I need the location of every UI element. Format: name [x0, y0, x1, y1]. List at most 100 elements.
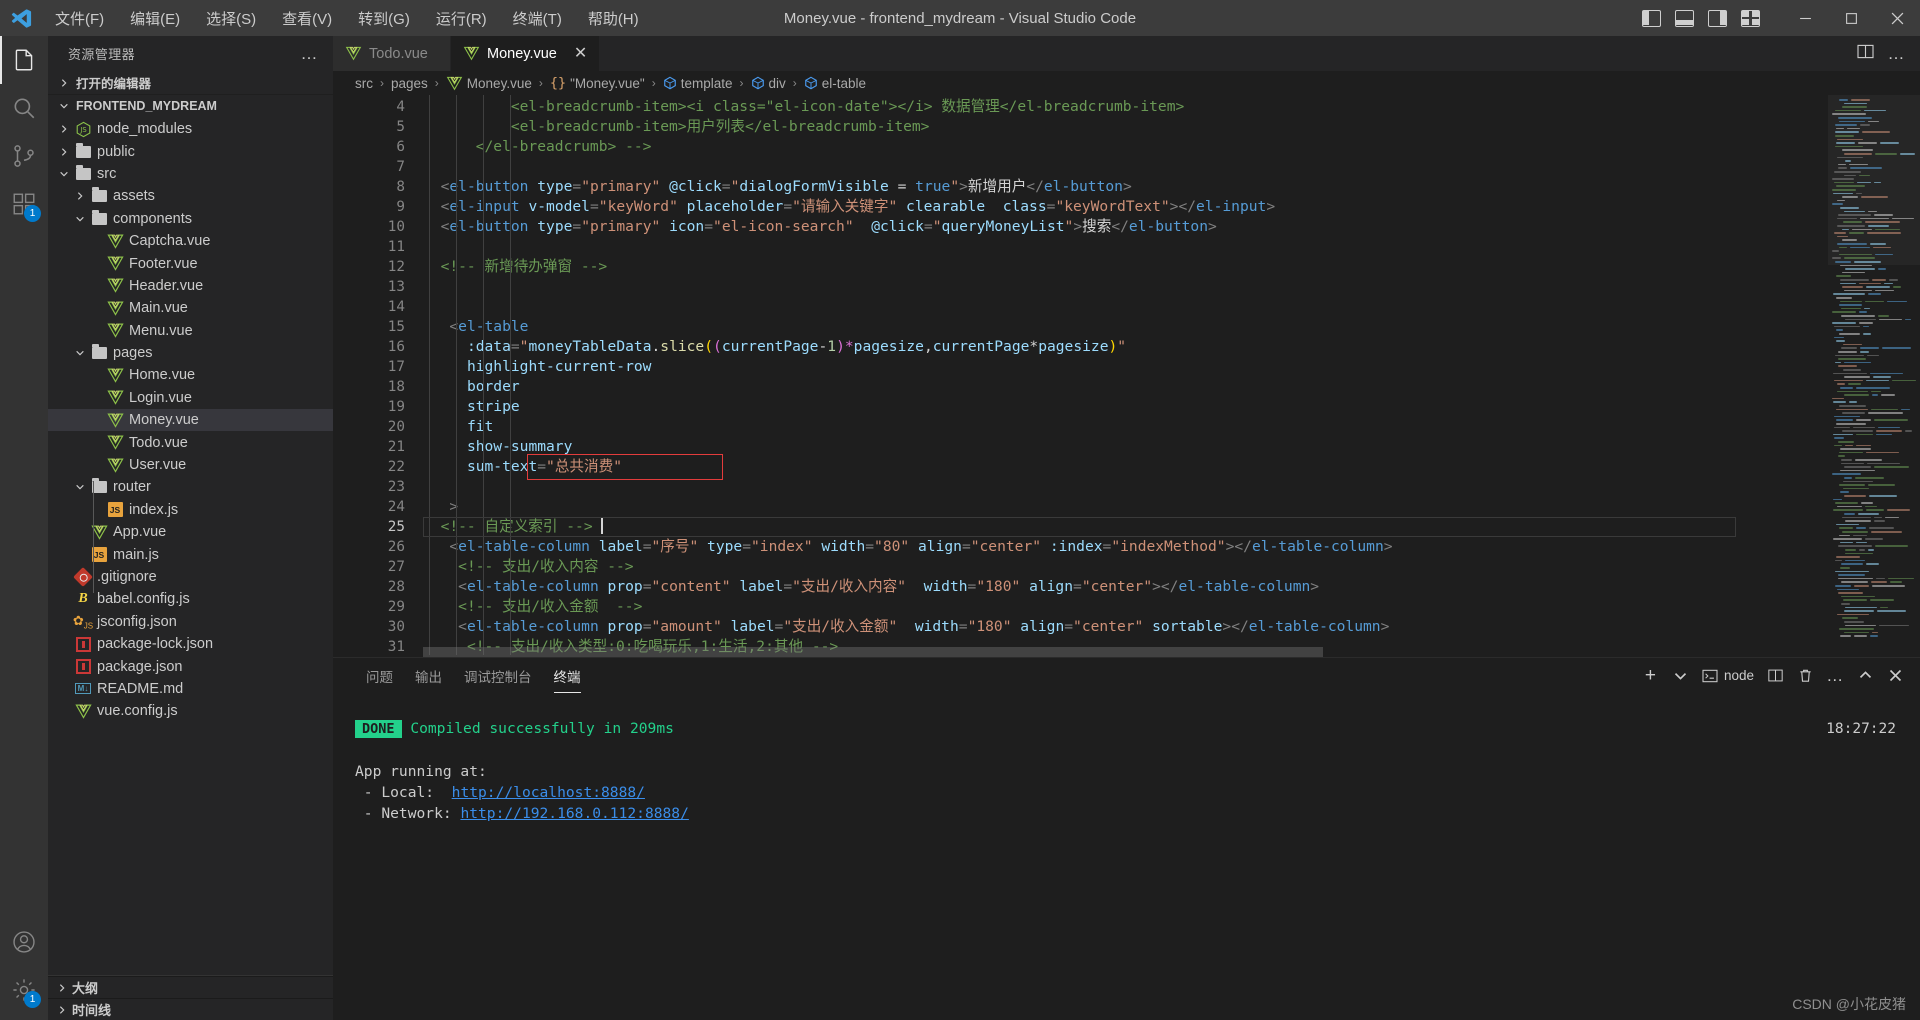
tree-item-public[interactable]: public — [48, 140, 333, 162]
code-line[interactable] — [423, 477, 1828, 497]
code-line[interactable] — [423, 237, 1828, 257]
tree-item-jsconfig-json[interactable]: ✿JS jsconfig.json — [48, 611, 333, 633]
tree-item-header-vue[interactable]: Header.vue — [48, 275, 333, 297]
tree-item-index-js[interactable]: JS index.js — [48, 499, 333, 521]
menu-selection[interactable]: 选择(S) — [193, 5, 269, 32]
tree-item-main-vue[interactable]: Main.vue — [48, 297, 333, 319]
menu-help[interactable]: 帮助(H) — [575, 5, 652, 32]
panel-tab-output[interactable]: 输出 — [404, 658, 453, 693]
breadcrumb-pages[interactable]: pages — [391, 76, 428, 91]
code-line[interactable]: <!-- 支出/收入金额 --> — [423, 597, 1828, 617]
tree-item-user-vue[interactable]: User.vue — [48, 454, 333, 476]
code-line[interactable]: <el-breadcrumb-item>用户列表</el-breadcrumb-… — [423, 117, 1828, 137]
kill-terminal-icon[interactable] — [1797, 667, 1814, 684]
code-line[interactable]: </el-breadcrumb> --> — [423, 137, 1828, 157]
tree-item-main-js[interactable]: JS main.js — [48, 543, 333, 565]
activity-extensions[interactable]: 1 — [0, 180, 48, 228]
open-editors-section[interactable]: 打开的编辑器 — [48, 71, 333, 94]
file-tree[interactable]: JS node_modules public src assets components C… — [48, 117, 333, 975]
close-button[interactable] — [1874, 0, 1920, 36]
code-line[interactable]: <!-- 新增待办弹窗 --> — [423, 257, 1828, 277]
sidebar-more-icon[interactable]: … — [301, 44, 326, 64]
project-section[interactable]: FRONTEND_MYDREAM — [48, 94, 333, 117]
sidebar-panel-timeline[interactable]: 时间线 — [48, 998, 333, 1020]
breadcrumb[interactable]: src › pages › Money.vue › {} "Money.vue"… — [333, 71, 1920, 95]
panel-left-icon[interactable] — [1642, 9, 1661, 27]
code-line[interactable]: highlight-current-row — [423, 357, 1828, 377]
minimize-button[interactable] — [1782, 0, 1828, 36]
maximize-button[interactable] — [1828, 0, 1874, 36]
menu-terminal[interactable]: 终端(T) — [500, 5, 575, 32]
code-line[interactable]: border — [423, 377, 1828, 397]
chevron-down-icon[interactable] — [1672, 667, 1689, 684]
code-line[interactable] — [423, 277, 1828, 297]
activity-search[interactable] — [0, 84, 48, 132]
menu-bar[interactable]: 文件(F) 编辑(E) 选择(S) 查看(V) 转到(G) 运行(R) 终端(T… — [42, 5, 652, 32]
tree-item-src[interactable]: src — [48, 163, 333, 185]
code-line[interactable]: > — [423, 497, 1828, 517]
code-line[interactable]: show-summary — [423, 437, 1828, 457]
code-line[interactable]: <el-table-column prop="amount" label="支出… — [423, 617, 1828, 637]
more-icon[interactable]: … — [1826, 666, 1844, 685]
tree-item-app-vue[interactable]: App.vue — [48, 521, 333, 543]
chevron-up-icon[interactable] — [1857, 667, 1874, 684]
code-line[interactable]: stripe — [423, 397, 1828, 417]
tab-todo-vue[interactable]: Todo.vue — [333, 36, 451, 71]
code-line[interactable]: <el-button type="primary" icon="el-icon-… — [423, 217, 1828, 237]
tree-item-menu-vue[interactable]: Menu.vue — [48, 320, 333, 342]
close-icon[interactable] — [1887, 667, 1904, 684]
local-url-link[interactable]: http://localhost:8888/ — [452, 784, 645, 801]
tab-close-icon[interactable]: ✕ — [574, 45, 587, 62]
split-editor-icon[interactable] — [1856, 44, 1874, 64]
activity-source-control[interactable] — [0, 132, 48, 180]
code-editor[interactable]: 4 5 6 7 8 9 10 11 12 13 14 15 16 17 18 19 20 21 22 23 24 25 26… — [333, 95, 1920, 657]
panel-tab-terminal[interactable]: 终端 — [543, 658, 592, 693]
code-lines[interactable]: <el-breadcrumb-item><i class="el-icon-da… — [423, 97, 1828, 657]
tree-item-footer-vue[interactable]: Footer.vue — [48, 252, 333, 274]
tree-item-login-vue[interactable]: Login.vue — [48, 387, 333, 409]
code-line[interactable]: sum-text="总共消费" — [423, 457, 1828, 477]
code-line[interactable]: <!-- 支出/收入内容 --> — [423, 557, 1828, 577]
split-terminal-icon[interactable] — [1767, 667, 1784, 684]
code-line[interactable]: <el-button type="primary" @click="dialog… — [423, 177, 1828, 197]
breadcrumb-src[interactable]: src — [355, 76, 373, 91]
menu-run[interactable]: 运行(R) — [423, 5, 500, 32]
panel-tab-problems[interactable]: 问题 — [355, 658, 404, 693]
breadcrumb-symbol-module[interactable]: {} "Money.vue" — [550, 75, 645, 91]
editor-horizontal-scrollbar[interactable] — [423, 647, 1473, 657]
tree-item-captcha-vue[interactable]: Captcha.vue — [48, 230, 333, 252]
code-line[interactable]: fit — [423, 417, 1828, 437]
layout-grid-icon[interactable] — [1741, 9, 1760, 27]
tree-item-package-json[interactable]: package.json — [48, 655, 333, 677]
tree-item-home-vue[interactable]: Home.vue — [48, 364, 333, 386]
tree-item-babel-config-js[interactable]: Bbabel.config.js — [48, 588, 333, 610]
sidebar-panel-outline[interactable]: 大纲 — [48, 976, 333, 998]
tree-item-package-lock-json[interactable]: package-lock.json — [48, 633, 333, 655]
tree-item-assets[interactable]: assets — [48, 185, 333, 207]
code-line[interactable]: <el-table-column label="序号" type="index"… — [423, 537, 1828, 557]
tree-item-pages[interactable]: pages — [48, 342, 333, 364]
tree-item-todo-vue[interactable]: Todo.vue — [48, 431, 333, 453]
activity-explorer[interactable] — [0, 36, 48, 84]
code-line[interactable] — [423, 157, 1828, 177]
menu-go[interactable]: 转到(G) — [345, 5, 423, 32]
menu-edit[interactable]: 编辑(E) — [117, 5, 193, 32]
code-line[interactable]: <el-table-column prop="content" label="支… — [423, 577, 1828, 597]
tab-money-vue[interactable]: Money.vue ✕ — [451, 36, 601, 71]
tree-item-components[interactable]: components — [48, 208, 333, 230]
code-content[interactable]: 4 5 6 7 8 9 10 11 12 13 14 15 16 17 18 19 20 21 22 23 24 25 26… — [333, 95, 1828, 657]
panel-right-icon[interactable] — [1708, 9, 1727, 27]
code-line[interactable]: <el-table — [423, 317, 1828, 337]
menu-view[interactable]: 查看(V) — [269, 5, 345, 32]
panel-bottom-icon[interactable] — [1675, 9, 1694, 27]
breadcrumb-div[interactable]: div — [751, 76, 786, 91]
tree-item-readme-md[interactable]: M↓ README.md — [48, 678, 333, 700]
breadcrumb-el-table[interactable]: el-table — [804, 76, 866, 91]
tree-item-money-vue[interactable]: Money.vue — [48, 409, 333, 432]
tree-item-vue-config-js[interactable]: vue.config.js — [48, 700, 333, 722]
tree-item-gitignore[interactable]: .gitignore — [48, 566, 333, 588]
tree-item-router[interactable]: router — [48, 476, 333, 498]
activity-accounts[interactable] — [0, 918, 48, 966]
tree-item-node-modules[interactable]: JS node_modules — [48, 118, 333, 140]
terminal-selector[interactable]: node — [1702, 668, 1754, 683]
